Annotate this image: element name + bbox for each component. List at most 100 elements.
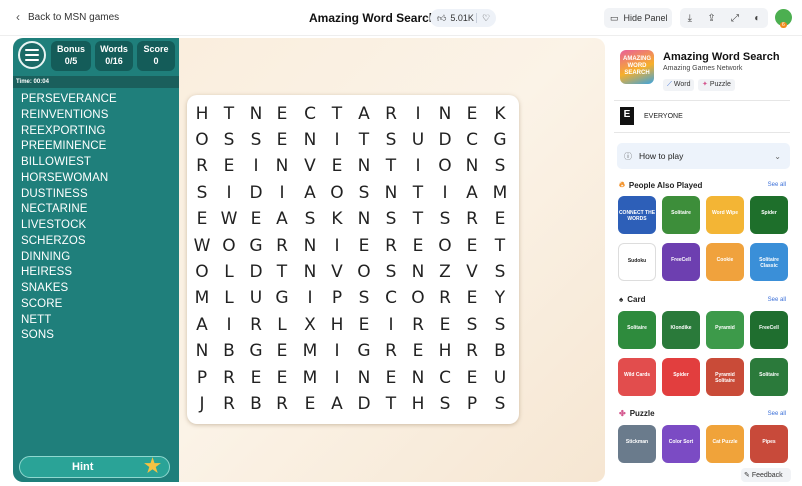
grid-letter[interactable]: I bbox=[297, 285, 323, 311]
grid-letter[interactable]: B bbox=[243, 391, 269, 417]
grid-letter[interactable]: D bbox=[351, 391, 377, 417]
grid-letter[interactable]: G bbox=[487, 127, 513, 153]
game-thumbnail[interactable]: Solitaire bbox=[750, 358, 788, 396]
grid-letter[interactable]: U bbox=[243, 285, 269, 311]
grid-letter[interactable]: N bbox=[459, 153, 485, 179]
grid-letter[interactable]: S bbox=[351, 180, 377, 206]
hide-panel-button[interactable]: ▭ Hide Panel bbox=[604, 8, 672, 28]
game-thumbnail[interactable]: Stickman bbox=[618, 425, 656, 463]
grid-letter[interactable]: M bbox=[297, 338, 323, 364]
grid-letter[interactable]: E bbox=[269, 338, 295, 364]
grid-letter[interactable]: I bbox=[269, 180, 295, 206]
grid-letter[interactable]: L bbox=[216, 285, 242, 311]
grid-letter[interactable]: W bbox=[216, 206, 242, 232]
grid-letter[interactable]: Z bbox=[432, 259, 458, 285]
grid-letter[interactable]: N bbox=[351, 365, 377, 391]
grid-letter[interactable]: V bbox=[297, 153, 323, 179]
game-thumbnail[interactable]: Pipes bbox=[750, 425, 788, 463]
grid-letter[interactable]: M bbox=[297, 365, 323, 391]
grid-letter[interactable]: V bbox=[459, 259, 485, 285]
grid-letter[interactable]: N bbox=[297, 233, 323, 259]
grid-letter[interactable]: O bbox=[432, 233, 458, 259]
grid-letter[interactable]: R bbox=[216, 365, 242, 391]
see-all-link[interactable]: See all bbox=[768, 182, 786, 188]
grid-letter[interactable]: N bbox=[269, 153, 295, 179]
share-icon[interactable]: ⇪ bbox=[707, 13, 715, 24]
grid-letter[interactable]: I bbox=[378, 312, 404, 338]
grid-letter[interactable]: N bbox=[405, 365, 431, 391]
game-thumbnail[interactable]: Klondike bbox=[662, 311, 700, 349]
grid-letter[interactable]: I bbox=[405, 101, 431, 127]
grid-letter[interactable]: R bbox=[269, 233, 295, 259]
grid-letter[interactable]: I bbox=[324, 233, 350, 259]
grid-letter[interactable]: M bbox=[487, 180, 513, 206]
grid-letter[interactable]: R bbox=[378, 233, 404, 259]
grid-letter[interactable]: R bbox=[405, 312, 431, 338]
hamburger-menu-button[interactable] bbox=[18, 41, 46, 69]
grid-letter[interactable]: E bbox=[269, 127, 295, 153]
grid-letter[interactable]: E bbox=[351, 312, 377, 338]
grid-letter[interactable]: S bbox=[432, 391, 458, 417]
game-thumbnail[interactable]: Pyramid bbox=[706, 311, 744, 349]
game-thumbnail[interactable]: Cookie bbox=[706, 243, 744, 281]
grid-letter[interactable]: R bbox=[216, 391, 242, 417]
grid-letter[interactable]: A bbox=[459, 180, 485, 206]
grid-letter[interactable]: T bbox=[324, 101, 350, 127]
grid-letter[interactable]: H bbox=[324, 312, 350, 338]
grid-letter[interactable]: R bbox=[378, 101, 404, 127]
grid-letter[interactable]: T bbox=[405, 206, 431, 232]
grid-letter[interactable]: S bbox=[378, 127, 404, 153]
grid-letter[interactable]: S bbox=[243, 127, 269, 153]
grid-letter[interactable]: N bbox=[243, 101, 269, 127]
grid-letter[interactable]: S bbox=[378, 206, 404, 232]
grid-letter[interactable]: C bbox=[297, 101, 323, 127]
grid-letter[interactable]: B bbox=[216, 338, 242, 364]
grid-letter[interactable]: A bbox=[189, 312, 215, 338]
grid-letter[interactable]: S bbox=[487, 259, 513, 285]
game-canvas[interactable]: Bonus 0/5 Words 0/16 Score 0 Time: 00:04… bbox=[13, 38, 605, 482]
grid-letter[interactable]: E bbox=[216, 153, 242, 179]
grid-letter[interactable]: J bbox=[189, 391, 215, 417]
grid-letter[interactable]: A bbox=[324, 391, 350, 417]
grid-letter[interactable]: V bbox=[324, 259, 350, 285]
grid-letter[interactable]: I bbox=[216, 180, 242, 206]
grid-letter[interactable]: D bbox=[432, 127, 458, 153]
grid-letter[interactable]: E bbox=[487, 206, 513, 232]
grid-letter[interactable]: O bbox=[216, 233, 242, 259]
see-all-link[interactable]: See all bbox=[768, 411, 786, 417]
grid-letter[interactable]: O bbox=[432, 153, 458, 179]
grid-letter[interactable]: N bbox=[405, 259, 431, 285]
grid-letter[interactable]: L bbox=[269, 312, 295, 338]
grid-letter[interactable]: E bbox=[269, 101, 295, 127]
hint-button[interactable]: Hint ★ bbox=[19, 456, 170, 478]
grid-letter[interactable]: C bbox=[432, 365, 458, 391]
grid-letter[interactable]: R bbox=[459, 338, 485, 364]
grid-letter[interactable]: G bbox=[243, 338, 269, 364]
grid-letter[interactable]: N bbox=[432, 101, 458, 127]
grid-letter[interactable]: O bbox=[189, 127, 215, 153]
grid-letter[interactable]: T bbox=[487, 233, 513, 259]
grid-letter[interactable]: D bbox=[243, 259, 269, 285]
grid-letter[interactable]: G bbox=[351, 338, 377, 364]
grid-letter[interactable]: W bbox=[189, 233, 215, 259]
grid-letter[interactable]: H bbox=[405, 391, 431, 417]
game-thumbnail[interactable]: Wild Cards bbox=[618, 358, 656, 396]
grid-letter[interactable]: A bbox=[351, 101, 377, 127]
grid-letter[interactable]: E bbox=[432, 312, 458, 338]
grid-letter[interactable]: S bbox=[487, 153, 513, 179]
grid-letter[interactable]: I bbox=[432, 180, 458, 206]
grid-letter[interactable]: M bbox=[189, 285, 215, 311]
grid-letter[interactable]: U bbox=[487, 365, 513, 391]
tag-word[interactable]: ⟋ Word bbox=[663, 79, 695, 91]
grid-letter[interactable]: B bbox=[487, 338, 513, 364]
grid-letter[interactable]: A bbox=[269, 206, 295, 232]
grid-letter[interactable]: N bbox=[351, 206, 377, 232]
grid-letter[interactable]: S bbox=[432, 206, 458, 232]
grid-letter[interactable]: I bbox=[324, 338, 350, 364]
grid-letter[interactable]: E bbox=[459, 233, 485, 259]
grid-letter[interactable]: O bbox=[405, 285, 431, 311]
grid-letter[interactable]: S bbox=[297, 206, 323, 232]
grid-letter[interactable]: N bbox=[189, 338, 215, 364]
game-thumbnail[interactable]: Pyramid Solitaire bbox=[706, 358, 744, 396]
grid-letter[interactable]: C bbox=[378, 285, 404, 311]
